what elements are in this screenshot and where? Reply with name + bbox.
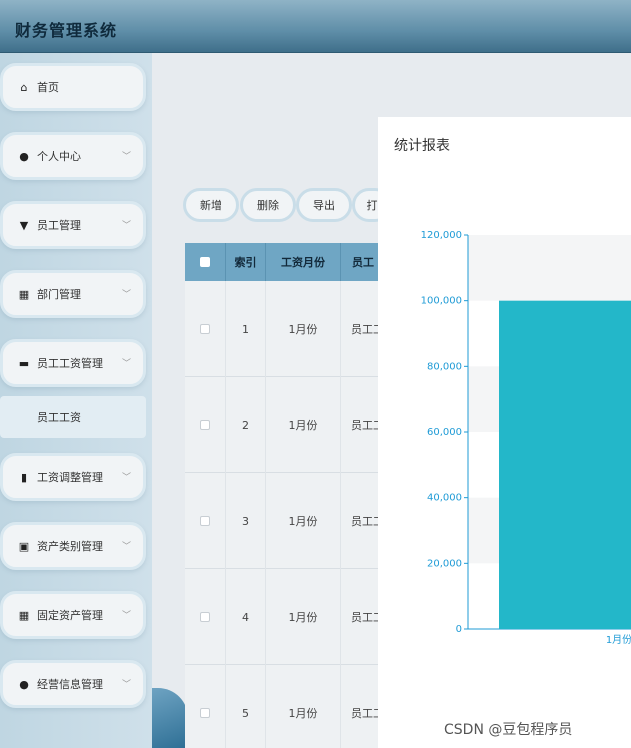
row-checkbox[interactable] [200,612,210,622]
employee-icon: ▼ [19,218,29,232]
sidebar-item-label: 首页 [37,81,59,94]
chevron-down-icon: ﹀ [121,152,131,162]
cell-month: 1月份 [266,665,341,748]
sidebar-item-fixed-assets[interactable]: ▦ 固定资产管理 ﹀ [0,591,146,639]
cell-employee: 员工工 [351,611,378,624]
x-tick-label: 1月份 [606,634,631,646]
column-header-employee: 员工 [352,256,374,269]
sidebar-item-department-management[interactable]: ▦ 部门管理 ﹀ [0,270,146,318]
sidebar-item-label: 员工工资管理 [37,357,103,370]
sidebar-item-label: 员工管理 [37,219,81,232]
add-button[interactable]: 新增 [183,188,239,222]
row-checkbox-cell[interactable] [185,281,226,377]
user-icon: ● [19,149,29,163]
cell-month: 1月份 [266,473,341,569]
grid-icon: ▦ [18,287,30,301]
sidebar-item-label: 工资调整管理 [37,471,103,484]
row-checkbox[interactable] [200,516,210,526]
cell-index: 4 [226,569,266,665]
dialog-title: 统计报表 [394,138,450,154]
chevron-down-icon: ﹀ [121,221,131,231]
sidebar-item-asset-category[interactable]: ▣ 资产类别管理 ﹀ [0,522,146,570]
y-tick-label: 60,000 [427,427,462,438]
select-all-cell[interactable] [185,243,226,281]
sidebar-item-label: 资产类别管理 [37,540,103,553]
sidebar-item-label: 部门管理 [37,288,81,301]
row-checkbox-cell[interactable] [185,377,226,473]
cell-month: 1月份 [266,569,341,665]
cell-employee: 员工工 [351,515,378,528]
cell-employee: 员工工 [351,707,378,720]
y-tick-label: 20,000 [427,558,462,569]
sidebar-item-home[interactable]: ⌂ 首页 [0,63,146,111]
sidebar-item-personal-center[interactable]: ● 个人中心 ﹀ [0,132,146,180]
cell-index: 5 [226,665,266,748]
sidebar-item-business-info[interactable]: ● 经营信息管理 ﹀ [0,660,146,708]
export-button[interactable]: 导出 [296,188,352,222]
top-header: 财务管理系统 [0,0,631,53]
row-checkbox[interactable] [200,420,210,430]
select-all-checkbox[interactable] [200,257,210,267]
cell-month: 1月份 [266,377,341,473]
cell-index: 2 [226,377,266,473]
delete-button[interactable]: 删除 [240,188,296,222]
table-row[interactable]: 2 1月份 员工工 [185,377,378,473]
y-tick-label: 0 [456,624,462,635]
grid-band [468,235,631,301]
bar [499,300,631,629]
home-icon: ⌂ [20,80,28,94]
y-tick-label: 40,000 [427,493,462,504]
table-row[interactable]: 4 1月份 员工工 [185,569,378,665]
bulb-icon: ● [19,677,29,691]
row-checkbox-cell[interactable] [185,569,226,665]
column-header-month: 工资月份 [266,243,341,281]
bar-chart: 0 20,000 40,000 60,000 80,000 100,000 120,000 1… [421,230,631,646]
cell-index: 3 [226,473,266,569]
row-checkbox[interactable] [200,708,210,718]
chevron-down-icon: ﹀ [121,542,131,552]
cell-index: 1 [226,281,266,377]
table-row[interactable]: 1 1月份 员工工 [185,281,378,377]
chevron-down-icon: ﹀ [121,473,131,483]
clipboard-icon: ▣ [18,539,30,553]
table-row[interactable]: 5 1月份 员工工 [185,665,378,748]
y-tick-label: 80,000 [427,361,462,372]
chevron-down-icon: ﹀ [121,611,131,621]
sidebar-item-salary-management[interactable]: ▬ 员工工资管理 ﹀ [0,339,146,387]
submenu-item-employee-salary[interactable]: 员工工资 [0,396,146,438]
app-title: 财务管理系统 [15,21,118,40]
chevron-down-icon: ﹀ [121,359,131,369]
stats-dialog: 统计报表 0 20,000 40,000 60,000 80,000 100,000 120… [378,117,631,748]
sidebar-item-label: 个人中心 [37,150,81,163]
cell-employee: 员工工 [351,419,378,432]
row-checkbox-cell[interactable] [185,473,226,569]
sidebar-item-salary-adjustment[interactable]: ▮ 工资调整管理 ﹀ [0,453,146,501]
row-checkbox[interactable] [200,324,210,334]
table-header: 索引 工资月份 员工 [185,243,378,281]
y-tick-label: 100,000 [421,296,462,307]
chevron-down-icon: ﹀ [121,290,131,300]
sidebar-item-label: 经营信息管理 [37,678,103,691]
cell-month: 1月份 [266,281,341,377]
sidebar: ⌂ 首页 ● 个人中心 ﹀ ▼ 员工管理 ﹀ ▦ 部门管理 ﹀ ▬ 员工工资管理… [0,53,152,748]
cell-employee: 员工工 [351,323,378,336]
y-tick-label: 120,000 [421,230,462,241]
grid-icon: ▦ [18,608,30,622]
submenu-item-label: 员工工资 [37,411,81,424]
watermark: CSDN @豆包程序员 [444,722,573,738]
bar-chart-icon: ▮ [20,470,28,484]
sidebar-item-label: 固定资产管理 [37,609,103,622]
row-checkbox-cell[interactable] [185,665,226,748]
chevron-down-icon: ﹀ [121,680,131,690]
sidebar-item-employee-management[interactable]: ▼ 员工管理 ﹀ [0,201,146,249]
briefcase-icon: ▬ [18,356,30,370]
table-row[interactable]: 3 1月份 员工工 [185,473,378,569]
column-header-index: 索引 [226,243,266,281]
